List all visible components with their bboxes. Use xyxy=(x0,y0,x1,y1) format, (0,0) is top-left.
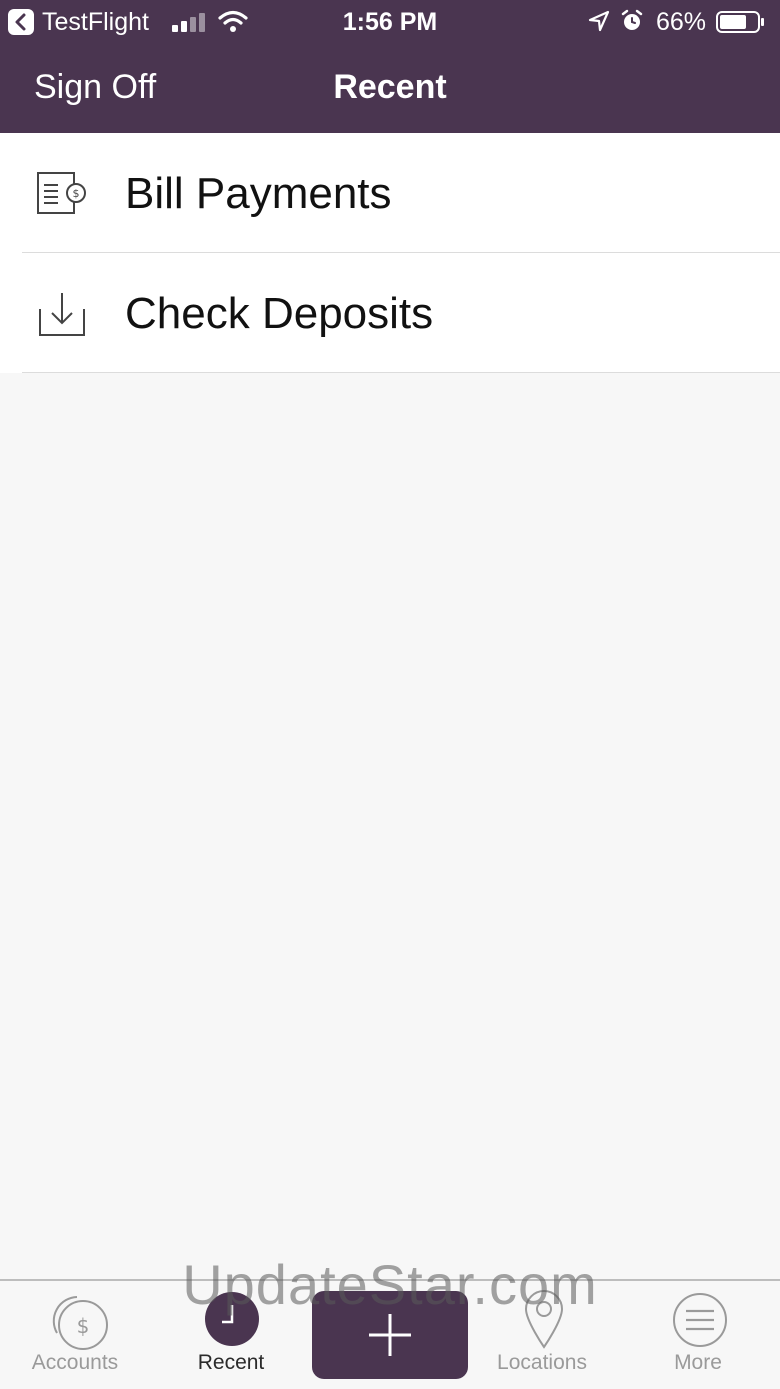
tab-label: More xyxy=(674,1351,722,1374)
menu-icon xyxy=(673,1293,727,1347)
clock-icon xyxy=(205,1292,259,1346)
tab-label: Recent xyxy=(197,1351,265,1374)
alarm-icon xyxy=(621,9,643,30)
deposit-download-icon xyxy=(39,293,85,336)
list-item-label: Check Deposits xyxy=(125,289,434,338)
battery-icon xyxy=(716,11,764,33)
recent-list: $ Bill Payments Check Deposits xyxy=(0,133,780,373)
location-arrow-icon xyxy=(588,10,610,32)
bill-payment-icon: $ xyxy=(37,172,86,214)
add-button[interactable] xyxy=(312,1291,468,1379)
tab-label: Accounts xyxy=(31,1351,119,1374)
page-title: Recent xyxy=(333,68,447,106)
tab-label: Locations xyxy=(497,1351,587,1374)
tab-locations[interactable]: Locations xyxy=(472,1281,612,1389)
header: TestFlight 1:56 PM 66% Sign Off Recent xyxy=(0,0,780,133)
divider xyxy=(22,372,780,373)
tab-bar: $ Accounts Recent Locations More xyxy=(0,1279,780,1389)
tab-more[interactable]: More xyxy=(628,1281,768,1389)
svg-text:$: $ xyxy=(77,1314,90,1338)
location-pin-icon xyxy=(524,1290,564,1349)
status-bar: TestFlight 1:56 PM 66% xyxy=(0,0,780,46)
list-item-check-deposits[interactable]: Check Deposits xyxy=(0,253,780,373)
battery-percent: 66% xyxy=(656,8,707,36)
tab-recent[interactable]: Recent xyxy=(161,1281,301,1389)
list-item-label: Bill Payments xyxy=(125,169,392,218)
list-item-bill-payments[interactable]: $ Bill Payments xyxy=(0,133,780,253)
svg-text:$: $ xyxy=(73,187,80,200)
tab-accounts[interactable]: $ Accounts xyxy=(5,1281,145,1389)
accounts-dollar-icon: $ xyxy=(52,1296,108,1350)
plus-icon xyxy=(369,1314,411,1356)
